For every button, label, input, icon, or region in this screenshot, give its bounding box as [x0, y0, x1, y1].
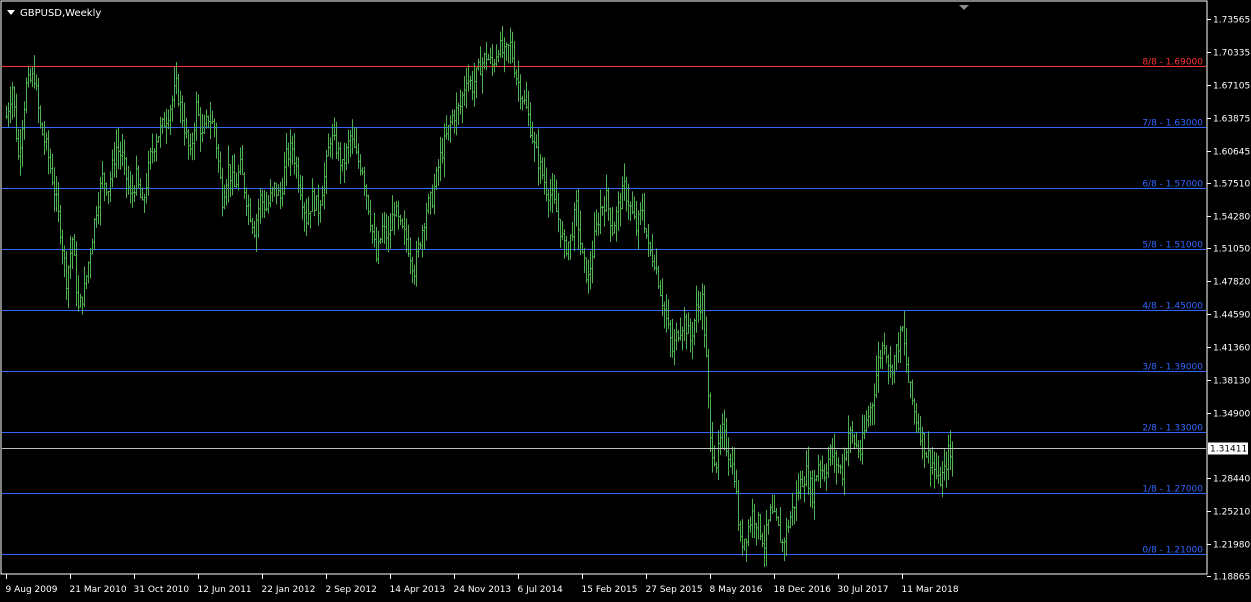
murrey-level-label: 7/8 - 1.63000	[1142, 119, 1203, 129]
triangle-down-icon[interactable]	[7, 10, 15, 15]
current-price-label: 1.31411	[1210, 445, 1247, 455]
murrey-level-label: 2/8 - 1.33000	[1142, 424, 1203, 434]
price-axis[interactable]: 1.73565 1.70335 1.67105 1.63875 1.60645 1.575…	[1207, 16, 1250, 583]
price-chart[interactable]: 8/8 - 1.69000 7/8 - 1.63000 6/8 - 1.57000 5…	[0, 0, 1251, 602]
y-tick-label: 1.34900	[1213, 410, 1250, 420]
y-tick-label: 1.57510	[1213, 180, 1250, 190]
y-tick-label: 1.63875	[1213, 115, 1250, 125]
y-tick-label: 1.21980	[1213, 541, 1250, 551]
murrey-level-labels: 8/8 - 1.69000 7/8 - 1.63000 6/8 - 1.57000 5…	[1142, 58, 1203, 556]
y-tick-label: 1.51050	[1213, 245, 1250, 255]
murrey-level-label: 3/8 - 1.39000	[1142, 363, 1203, 373]
y-tick-label: 1.28440	[1213, 475, 1250, 485]
x-tick-label: 12 Jun 2011	[198, 585, 252, 595]
x-tick-label: 27 Sep 2015	[646, 585, 703, 595]
murrey-level-label: 6/8 - 1.57000	[1142, 180, 1203, 190]
y-tick-label: 1.44590	[1213, 311, 1250, 321]
x-tick-label: 11 Mar 2018	[902, 585, 959, 595]
x-tick-label: 6 Jul 2014	[518, 585, 563, 595]
y-tick-label: 1.60645	[1213, 148, 1250, 158]
x-tick-label: 24 Nov 2013	[454, 585, 512, 595]
murrey-level-label: 1/8 - 1.27000	[1142, 485, 1203, 495]
time-axis[interactable]: 9 Aug 2009 21 Mar 2010 31 Oct 2010 12 Jun 2…	[6, 574, 959, 595]
chart-window[interactable]: 8/8 - 1.69000 7/8 - 1.63000 6/8 - 1.57000 5…	[0, 0, 1251, 602]
x-tick-label: 21 Mar 2010	[70, 585, 127, 595]
murrey-level-label: 0/8 - 1.21000	[1142, 546, 1203, 556]
murrey-level-lines	[2, 66, 1206, 555]
murrey-level-label: 5/8 - 1.51000	[1142, 241, 1203, 251]
chart-title: GBPUSD,Weekly	[20, 8, 101, 19]
x-tick-label: 14 Apr 2013	[390, 585, 446, 595]
y-tick-label: 1.67105	[1213, 82, 1250, 92]
x-tick-label: 22 Jan 2012	[262, 585, 316, 595]
murrey-level-label: 4/8 - 1.45000	[1142, 302, 1203, 312]
x-tick-label: 31 Oct 2010	[134, 585, 190, 595]
x-tick-label: 30 Jul 2017	[838, 585, 889, 595]
y-tick-label: 1.18865	[1213, 573, 1250, 583]
plot-frame	[0, 0, 1208, 575]
y-tick-label: 1.25210	[1213, 508, 1250, 518]
y-tick-label: 1.41360	[1213, 344, 1250, 354]
y-tick-label: 1.70335	[1213, 49, 1250, 59]
y-tick-label: 1.38130	[1213, 377, 1250, 387]
y-tick-label: 1.73565	[1213, 16, 1250, 26]
x-tick-label: 8 May 2016	[710, 585, 763, 595]
x-tick-label: 15 Feb 2015	[582, 585, 638, 595]
ohlc-bars	[5, 26, 954, 568]
y-tick-label: 1.54280	[1213, 213, 1250, 223]
x-tick-label: 9 Aug 2009	[6, 585, 58, 595]
chart-shift-marker-icon[interactable]	[959, 5, 969, 10]
y-tick-label: 1.47820	[1213, 278, 1250, 288]
murrey-level-label: 8/8 - 1.69000	[1142, 58, 1203, 68]
x-tick-label: 2 Sep 2012	[326, 585, 377, 595]
x-tick-label: 18 Dec 2016	[774, 585, 832, 595]
